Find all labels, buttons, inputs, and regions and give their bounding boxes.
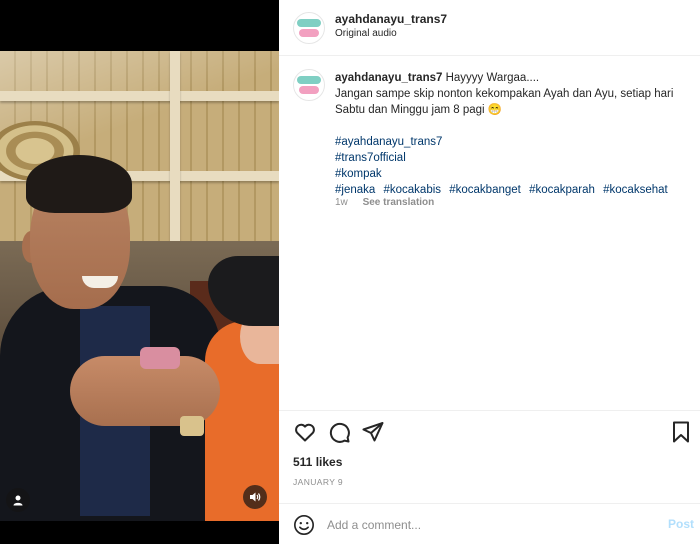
hashtag-link[interactable]: #kocakparah xyxy=(529,184,595,196)
comment-icon[interactable] xyxy=(327,420,351,444)
caption-body: Jangan sampe skip nonton kekompakan Ayah… xyxy=(335,88,674,116)
video-frame[interactable] xyxy=(0,51,279,521)
user-tag-button[interactable] xyxy=(6,488,30,512)
speaker-icon xyxy=(250,492,261,502)
post-panel: ayahdanayu_trans7 Original audio ayahdan… xyxy=(279,0,700,544)
avatar-logo-top xyxy=(297,19,321,27)
post-date[interactable]: JANUARY 9 xyxy=(293,477,343,487)
hashtag-link[interactable]: #jenaka xyxy=(335,184,375,196)
avatar-logo xyxy=(297,18,321,38)
user-tag-icon xyxy=(13,495,23,506)
original-audio-link[interactable]: Original audio xyxy=(335,28,397,39)
emoji-icon[interactable] xyxy=(293,514,315,536)
hashtag-link[interactable]: #kocaksehat xyxy=(603,184,668,196)
caption-avatar[interactable] xyxy=(293,69,325,101)
caption-meta: 1w See translation xyxy=(335,197,434,208)
hashtag-link[interactable]: #ayahdanayu_trans7 xyxy=(335,134,687,150)
hashtag-row: #jenaka #kocakabis #kocakbanget #kocakpa… xyxy=(335,182,687,198)
comment-input[interactable] xyxy=(327,516,627,534)
avatar-logo-top xyxy=(297,76,321,84)
caption: ayahdanayu_trans7 Hayyyy Wargaa.... Jang… xyxy=(335,70,687,198)
avatar-logo-bottom xyxy=(299,29,319,37)
caption-username[interactable]: ayahdanayu_trans7 xyxy=(335,72,442,84)
action-bar xyxy=(293,420,693,444)
post-age[interactable]: 1w xyxy=(335,197,348,208)
share-icon[interactable] xyxy=(361,420,385,444)
hashtag-link[interactable]: #trans7official xyxy=(335,150,687,166)
comment-divider xyxy=(279,503,700,504)
caption-first-line: Hayyyy Wargaa.... xyxy=(445,72,540,84)
bookmark-icon[interactable] xyxy=(669,420,693,444)
audio-toggle-button[interactable] xyxy=(243,485,267,509)
post-comment-button[interactable]: Post xyxy=(668,517,694,531)
actions-divider xyxy=(279,410,700,411)
see-translation-button[interactable]: See translation xyxy=(363,197,435,208)
video-gift xyxy=(140,347,180,369)
header-username[interactable]: ayahdanayu_trans7 xyxy=(335,12,447,26)
comment-bar: Post xyxy=(279,505,700,544)
hashtag-link[interactable]: #kompak xyxy=(335,166,687,182)
header-avatar[interactable] xyxy=(293,12,325,44)
video-watch xyxy=(180,416,204,436)
hashtag-link[interactable]: #kocakabis xyxy=(384,184,442,196)
avatar-logo xyxy=(297,75,321,95)
header-divider xyxy=(279,55,700,56)
post-media[interactable] xyxy=(0,0,279,544)
hashtag-link[interactable]: #kocakbanget xyxy=(449,184,521,196)
likes-count[interactable]: 511 likes xyxy=(293,455,342,469)
heart-icon[interactable] xyxy=(293,420,317,444)
man-hair xyxy=(26,155,132,213)
avatar-logo-bottom xyxy=(299,86,319,94)
